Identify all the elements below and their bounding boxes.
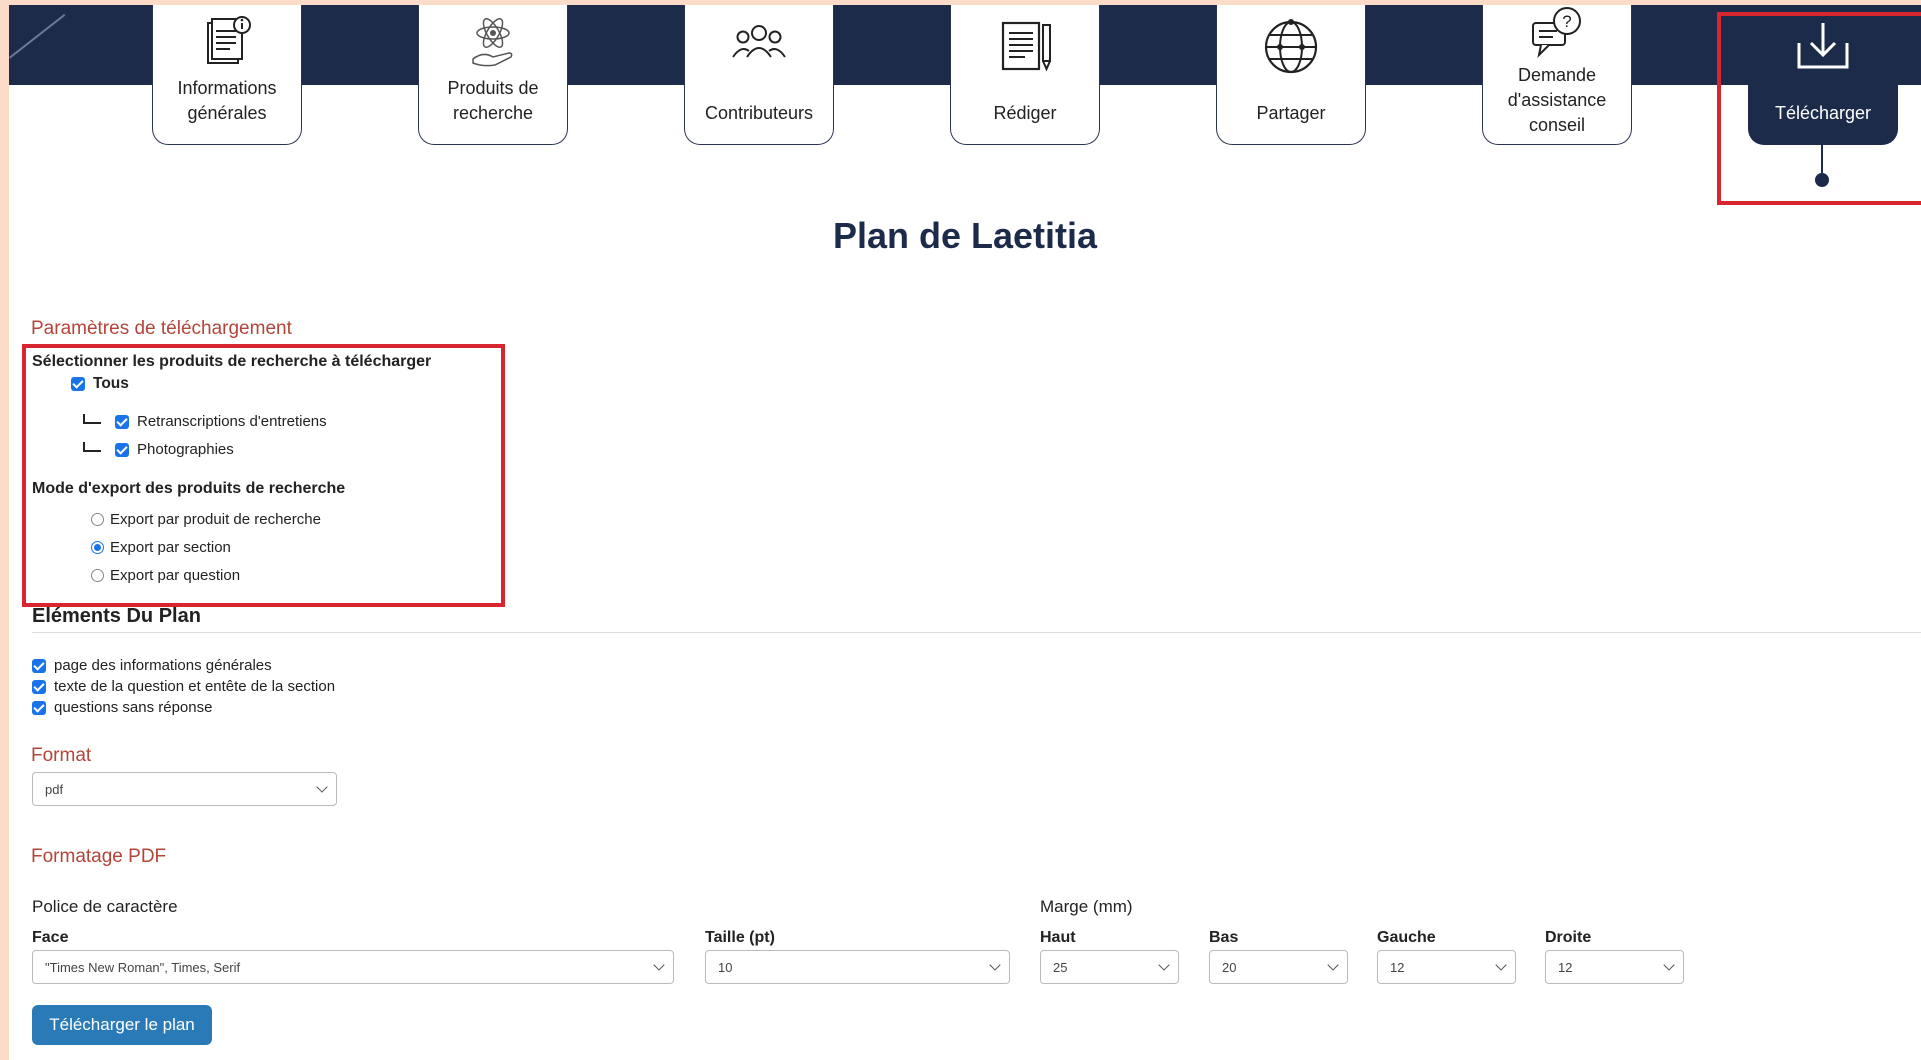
face-label: Face [32, 929, 69, 946]
question-chat-icon: ? [1529, 5, 1585, 68]
nav-tab-demande-assistance[interactable]: ? Demande d'assistance conseil [1482, 5, 1632, 145]
export-mode-label: Mode d'export des produits de recherche [32, 480, 346, 497]
font-label: Police de caractère [32, 897, 178, 916]
checkbox-checked[interactable] [71, 377, 85, 391]
nav-tab-rediger[interactable]: Rédiger [950, 5, 1100, 145]
margin-right-select[interactable]: 12 [1545, 950, 1684, 984]
nav-tab-contributeurs[interactable]: Contributeurs [684, 5, 834, 145]
chevron-down-icon [1495, 959, 1507, 971]
product-label: Photographies [137, 441, 234, 458]
nav-label: Rédiger [993, 103, 1057, 123]
margin-left-label: Gauche [1377, 929, 1436, 946]
size-label: Taille (pt) [705, 929, 775, 946]
radio-button[interactable] [91, 569, 104, 582]
tree-connector [83, 413, 101, 424]
nav-label: Demande d'assistance conseil [1507, 65, 1607, 135]
chevron-down-icon [1158, 959, 1170, 971]
download-plan-button[interactable]: Télécharger le plan [32, 1005, 212, 1045]
nav-tab-produits-de-recherche[interactable]: Produits de recherche [418, 5, 568, 145]
highlight-box-download-tab [1717, 12, 1921, 205]
checkbox-checked[interactable] [115, 442, 129, 457]
nav-label: Partager [1256, 103, 1326, 123]
margin-right-label: Droite [1545, 929, 1592, 946]
margin-top-label: Haut [1040, 929, 1076, 946]
nav-label: Produits de recherche [447, 78, 539, 123]
radio-export-by-section[interactable]: Export par section [91, 539, 231, 556]
chevron-down-icon [989, 959, 1001, 971]
checkbox-plan-unanswered[interactable]: questions sans réponse [32, 699, 212, 716]
margin-bottom-label: Bas [1209, 929, 1239, 946]
margin-top-value: 25 [1053, 959, 1068, 975]
plan-elements-heading: Eléments Du Plan [32, 605, 201, 627]
checkbox-all-label: Tous [93, 375, 129, 392]
tree-connector [83, 441, 101, 452]
page: Informations générales Produits de reche… [9, 5, 1921, 1060]
radio-button[interactable] [91, 513, 104, 526]
chevron-down-icon [1327, 959, 1339, 971]
chevron-down-icon [653, 959, 665, 971]
divider [32, 632, 1921, 633]
nav-tab-partager[interactable]: Partager [1216, 5, 1366, 145]
radio-label: Export par question [110, 567, 241, 584]
nav-label: Contributeurs [704, 103, 814, 123]
checkbox-checked[interactable] [32, 658, 46, 673]
globe-network-icon [1261, 17, 1321, 84]
margin-top-select[interactable]: 25 [1040, 950, 1179, 984]
checkbox-checked[interactable] [115, 414, 129, 429]
radio-label: Export par section [110, 539, 231, 556]
pdf-formatting-heading: Formatage PDF [31, 846, 167, 867]
chevron-down-icon [1663, 959, 1675, 971]
plan-option-label: questions sans réponse [54, 699, 213, 716]
margin-bottom-value: 20 [1222, 959, 1237, 975]
margin-left-value: 12 [1390, 959, 1405, 975]
chevron-down-icon [316, 781, 328, 793]
margin-left-select[interactable]: 12 [1377, 950, 1516, 984]
nav-label: Informations générales [177, 78, 277, 123]
radio-button-selected[interactable] [91, 541, 104, 554]
margin-right-value: 12 [1558, 959, 1573, 975]
format-heading: Format [31, 745, 92, 766]
checkbox-plan-question-text[interactable]: texte de la question et entête de la sec… [32, 678, 335, 695]
font-face-value: "Times New Roman", Times, Serif [45, 959, 241, 975]
margin-label: Marge (mm) [1040, 897, 1133, 916]
download-params-heading: Paramètres de téléchargement [31, 318, 292, 339]
checkbox-all[interactable]: Tous [71, 375, 129, 393]
people-group-icon [731, 21, 787, 72]
margin-bottom-select[interactable]: 20 [1209, 950, 1348, 984]
font-face-select[interactable]: "Times New Roman", Times, Serif [32, 950, 674, 984]
font-size-value: 10 [718, 959, 733, 975]
checkbox-checked[interactable] [32, 679, 46, 694]
checkbox-checked[interactable] [32, 700, 46, 715]
svg-text:?: ? [1562, 12, 1571, 31]
checkbox-plan-general-info[interactable]: page des informations générales [32, 657, 272, 674]
select-products-label: Sélectionner les produits de recherche à… [32, 353, 432, 370]
font-size-select[interactable]: 10 [705, 950, 1010, 984]
write-document-icon [995, 19, 1055, 82]
checkbox-product-transcriptions[interactable]: Retranscriptions d'entretiens [83, 413, 327, 430]
plan-option-label: page des informations générales [54, 657, 272, 674]
checkbox-product-photographies[interactable]: Photographies [83, 441, 234, 458]
nav-tab-informations-generales[interactable]: Informations générales [152, 5, 302, 145]
page-title: Plan de Laetitia [832, 215, 1098, 256]
document-info-icon [200, 11, 254, 78]
radio-export-by-product[interactable]: Export par produit de recherche [91, 511, 321, 528]
science-hand-icon [463, 11, 523, 78]
plan-option-label: texte de la question et entête de la sec… [54, 678, 336, 695]
format-select[interactable]: pdf [32, 772, 337, 806]
radio-label: Export par produit de recherche [110, 511, 321, 528]
radio-export-by-question[interactable]: Export par question [91, 567, 240, 584]
format-select-value: pdf [45, 781, 64, 797]
product-label: Retranscriptions d'entretiens [137, 413, 327, 430]
